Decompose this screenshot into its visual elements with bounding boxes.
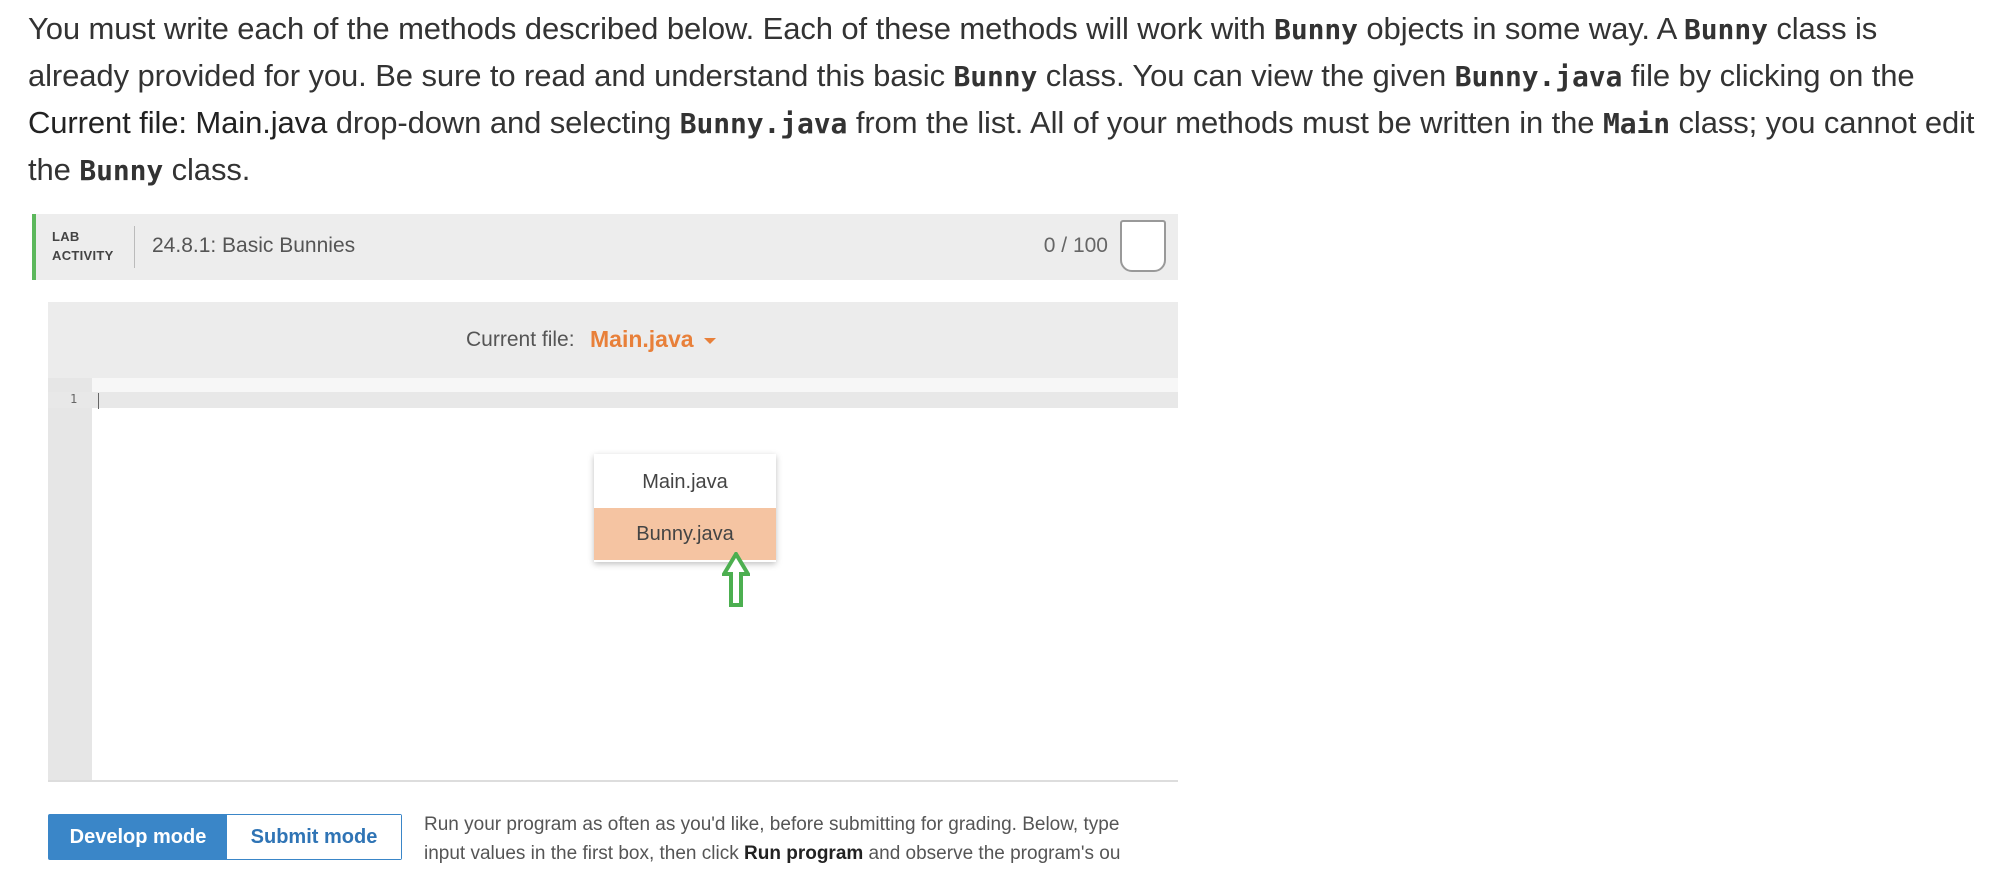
current-file-dropdown[interactable]: Main.java (590, 326, 694, 353)
run-instructions: Run your program as often as you'd like,… (424, 810, 1178, 872)
lab-activity-tag: LAB ACTIVITY (52, 227, 114, 265)
header-divider (134, 226, 135, 268)
dropdown-option-main-java[interactable]: Main.java (594, 456, 776, 508)
code-bunny: Bunny (1684, 13, 1768, 46)
lab-header: LAB ACTIVITY 24.8.1: Basic Bunnies 0 / 1… (32, 214, 1178, 280)
intro-text: drop-down and selecting (327, 105, 680, 140)
lab-tag-line: LAB (52, 229, 80, 244)
lab-tag-line: ACTIVITY (52, 248, 114, 263)
run-program-reference: Run program (744, 843, 864, 864)
line-number-gutter (48, 378, 92, 780)
caret-down-icon[interactable] (704, 338, 716, 344)
mode-toggle: Develop mode Submit mode (48, 814, 402, 860)
file-dropdown-menu: Main.java Bunny.java (594, 454, 776, 562)
code-main: Main (1602, 107, 1670, 140)
code-bunny-java: Bunny.java (1454, 60, 1623, 93)
editor-toolbar: Current file: Main.java (48, 302, 1178, 378)
intro-text: class. (163, 152, 251, 187)
line-number: 1 (70, 392, 78, 406)
active-line[interactable] (48, 392, 1178, 408)
run-instructions-line: input values in the first box, then clic… (424, 839, 1178, 868)
run-instructions-line: Run your program as often as you'd like,… (424, 814, 1120, 835)
code-bunny: Bunny (79, 154, 164, 187)
intro-text: objects in some way. A (1357, 11, 1685, 46)
current-file-label: Current file: (466, 328, 575, 351)
code-bunny: Bunny (953, 60, 1038, 93)
intro-text: You must write each of the methods descr… (28, 11, 1275, 46)
score-badge-icon (1120, 220, 1166, 272)
current-file-reference: Current file: Main.java (28, 105, 328, 140)
develop-mode-button[interactable]: Develop mode (49, 815, 227, 859)
intro-text: from the list. All of your methods must … (847, 105, 1603, 140)
code-bunny-java: Bunny.java (679, 107, 848, 140)
lab-activity-panel: LAB ACTIVITY 24.8.1: Basic Bunnies 0 / 1… (32, 214, 1178, 876)
instructions-paragraph: You must write each of the methods descr… (28, 6, 1978, 194)
code-editor: Current file: Main.java 1 Main.java Bunn… (48, 302, 1178, 782)
score-text: 0 / 100 (1043, 234, 1108, 257)
run-text: input values in the first box, then clic… (424, 843, 744, 864)
submit-mode-button[interactable]: Submit mode (227, 815, 401, 859)
run-text: and observe the program's ou (863, 843, 1121, 864)
code-bunny: Bunny (1274, 13, 1358, 46)
intro-text: class. You can view the given (1037, 58, 1455, 93)
up-arrow-icon (722, 552, 750, 607)
text-cursor (98, 393, 99, 409)
lab-title: 24.8.1: Basic Bunnies (152, 234, 356, 257)
intro-text: file by clicking on the (1622, 58, 1915, 93)
